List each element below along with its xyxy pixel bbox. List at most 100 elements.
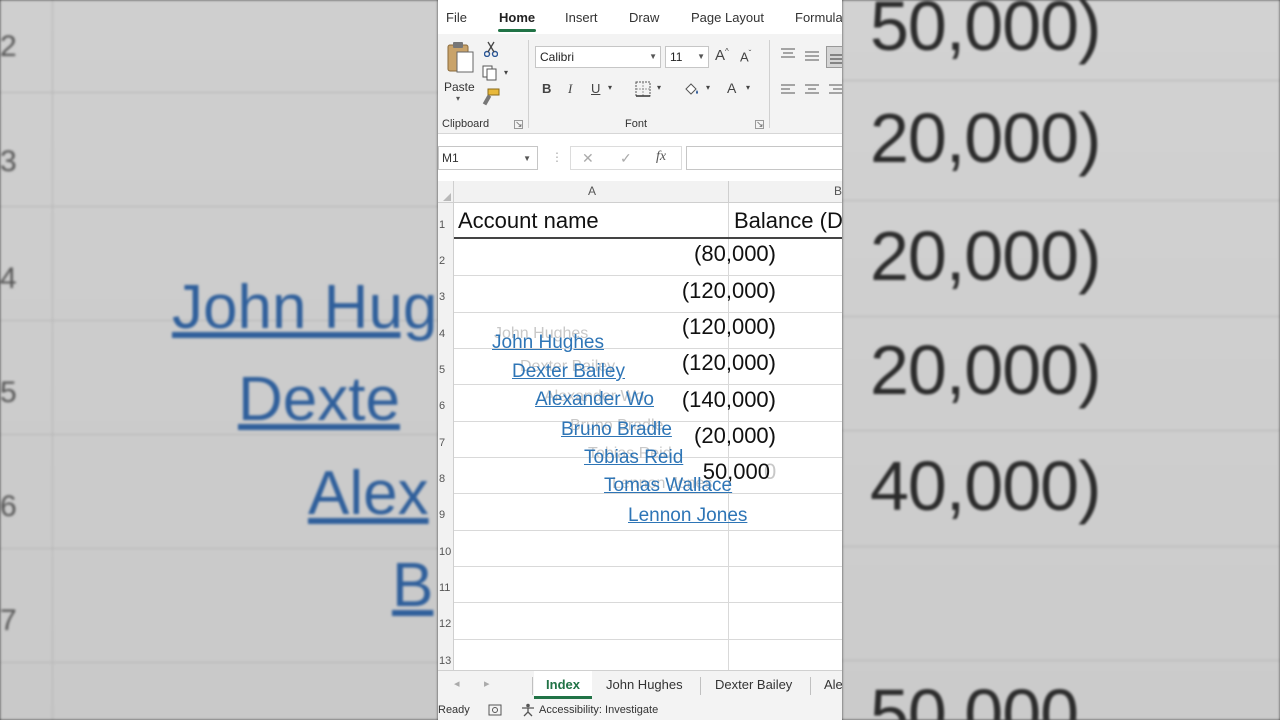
chevron-down-icon: ▼ (523, 154, 531, 163)
cell-balance[interactable]: (20,000) (694, 423, 776, 449)
hyperlink-dexter-bailey[interactable]: Dexter Bailey (512, 361, 625, 383)
cell-a1[interactable]: Account name (458, 208, 599, 234)
grow-font-icon[interactable]: A^ (715, 47, 729, 64)
cell-balance[interactable]: (120,000) (682, 278, 776, 304)
align-center-icon[interactable] (804, 84, 820, 96)
select-all-button[interactable] (438, 181, 454, 203)
shrink-font-icon[interactable]: Aˇ (740, 49, 751, 64)
sheet-tab-alexander[interactable]: Ale (824, 671, 842, 699)
font-color-dropdown-icon[interactable]: ▾ (746, 83, 750, 92)
tab-formulas[interactable]: Formula (795, 10, 842, 25)
copy-dropdown-icon[interactable]: ▾ (504, 68, 508, 77)
font-name-select[interactable]: Calibri ▼ (535, 46, 661, 68)
font-size-value: 11 (670, 50, 683, 64)
cell-balance[interactable]: (80,000) (694, 241, 776, 267)
tab-insert[interactable]: Insert (565, 10, 598, 25)
copy-icon[interactable] (482, 65, 500, 81)
borders-icon[interactable] (635, 81, 651, 97)
hyperlink-bruno[interactable]: Bruno Bradle (561, 419, 672, 441)
tab-page-layout[interactable]: Page Layout (691, 10, 764, 25)
row-header[interactable]: 7 (438, 421, 454, 457)
video-frame: 2 3 4 5 6 7 John Hug Dexte Alex B 50,000… (0, 0, 1280, 720)
bg-number: 20,000) (870, 331, 1101, 409)
fill-color-dropdown-icon[interactable]: ▾ (706, 83, 710, 92)
row-header[interactable]: 12 (438, 602, 454, 639)
tab-home[interactable]: Home (499, 10, 535, 25)
row-header[interactable]: 6 (438, 384, 454, 421)
paste-button[interactable]: Paste ▾ (442, 38, 478, 106)
paste-label: Paste (444, 80, 475, 94)
row-header[interactable]: 8 (438, 457, 454, 493)
align-bottom-button[interactable] (826, 46, 842, 68)
underline-dropdown-icon[interactable]: ▾ (608, 83, 612, 92)
row-header[interactable]: 10 (438, 530, 454, 566)
italic-button[interactable]: I (568, 81, 572, 97)
bg-row-number: 3 (0, 145, 17, 178)
row-header[interactable]: 1 (438, 203, 454, 239)
sheet-tab-index[interactable]: Index (534, 671, 592, 699)
bold-button[interactable]: B (542, 81, 551, 96)
background-zoom-right: 50,000) 20,000) 20,000) 20,000) 40,000) … (842, 0, 1280, 720)
row-header[interactable]: 3 (438, 275, 454, 312)
column-header-a[interactable]: A (588, 184, 596, 198)
name-box[interactable]: M1 ▼ (438, 146, 538, 170)
row-header[interactable]: 13 (438, 639, 454, 670)
scroll-left-icon[interactable]: ◂ (454, 677, 460, 690)
cell-balance[interactable]: (140,000) (682, 387, 776, 413)
accessibility-icon[interactable] (521, 703, 535, 717)
enter-icon[interactable]: ✓ (620, 150, 632, 167)
column-header-b[interactable]: B (834, 184, 842, 198)
cell-b1[interactable]: Balance (D (734, 208, 842, 234)
bg-row-number: 2 (0, 30, 17, 63)
font-size-select[interactable]: 11 ▼ (665, 46, 709, 68)
align-right-icon[interactable] (828, 84, 842, 96)
bg-row-number: 5 (0, 376, 17, 409)
hyperlink-alexander[interactable]: Alexander Wo (535, 389, 654, 411)
borders-dropdown-icon[interactable]: ▾ (657, 83, 661, 92)
formula-bar: M1 ▼ ⋮ ✕ ✓ fx (438, 142, 842, 172)
align-middle-icon[interactable] (804, 50, 820, 62)
ribbon: Paste ▾ ▾ Clipboard ↘ Calibri ▼ 11 ▼ A^ … (438, 34, 842, 134)
row-header[interactable]: 4 (438, 312, 454, 348)
cell-balance[interactable]: (120,000) (682, 350, 776, 376)
scroll-right-icon[interactable]: ▸ (484, 677, 490, 690)
tab-draw[interactable]: Draw (629, 10, 659, 25)
underline-button[interactable]: U (591, 81, 600, 96)
bg-link: Alex (308, 459, 429, 528)
cancel-icon[interactable]: ✕ (582, 150, 594, 167)
hyperlink-tobias-reid[interactable]: Tobias Reid (584, 447, 683, 469)
clipboard-launcher-icon[interactable]: ↘ (514, 120, 523, 129)
row-header[interactable]: 5 (438, 348, 454, 384)
tab-file[interactable]: File (446, 10, 467, 25)
drag-handle-icon[interactable]: ⋮ (551, 150, 563, 164)
row-header[interactable]: 9 (438, 493, 454, 530)
worksheet-grid[interactable]: 1 2 3 4 5 6 7 8 9 10 11 12 13 Account na… (438, 203, 842, 670)
align-left-icon[interactable] (780, 84, 796, 96)
bg-number: 20,000) (870, 99, 1101, 177)
row-header[interactable]: 2 (438, 239, 454, 275)
clipboard-icon (447, 42, 474, 73)
hyperlink-john-hughes[interactable]: John Hughes (492, 332, 604, 354)
status-bar: Ready Accessibility: Investigate (438, 700, 842, 720)
align-top-icon[interactable] (780, 48, 796, 60)
accessibility-status[interactable]: Accessibility: Investigate (539, 704, 658, 716)
paste-dropdown-icon: ▾ (456, 94, 461, 103)
fill-color-icon[interactable] (683, 81, 701, 97)
formula-input[interactable] (686, 146, 842, 170)
sheet-tab-john-hughes[interactable]: John Hughes (606, 671, 683, 699)
insert-function-icon[interactable]: fx (656, 149, 666, 165)
row-header[interactable]: 11 (438, 566, 454, 602)
cut-icon[interactable] (484, 41, 498, 57)
bg-link: Dexte (238, 365, 400, 434)
hyperlink-tomas-wallace[interactable]: Tomas Wallace (604, 475, 732, 497)
group-separator (528, 40, 529, 128)
bg-row-number: 7 (0, 604, 17, 637)
hyperlink-lennon-jones[interactable]: Lennon Jones (628, 505, 747, 527)
macro-recording-icon[interactable] (488, 704, 502, 716)
format-painter-icon[interactable] (482, 88, 500, 106)
cell-balance[interactable]: (120,000) (682, 314, 776, 340)
font-launcher-icon[interactable]: ↘ (755, 120, 764, 129)
font-color-button[interactable]: A (727, 80, 736, 96)
sheet-tab-dexter-bailey[interactable]: Dexter Bailey (715, 671, 792, 699)
excel-window: File Home Insert Draw Page Layout Formul… (438, 0, 842, 720)
